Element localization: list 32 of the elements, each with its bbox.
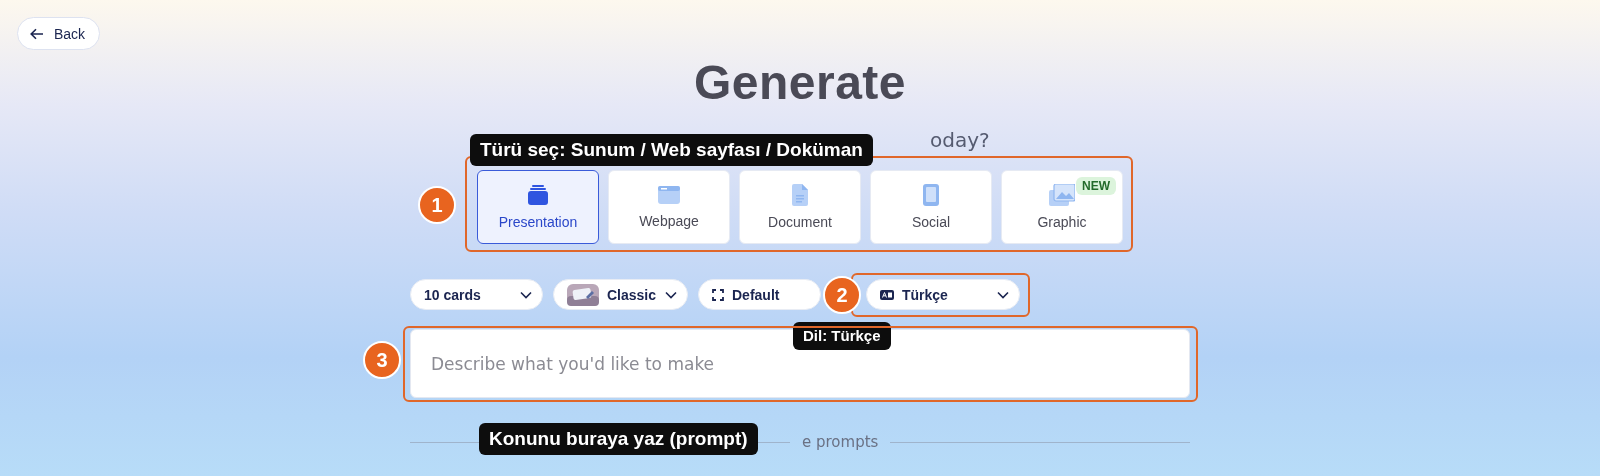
annotation-label: Türü seç: Sunum / Web sayfası / Doküman — [470, 134, 873, 166]
theme-thumbnail-icon — [567, 283, 599, 306]
page-title: Generate — [693, 58, 907, 108]
option-dropdown[interactable]: Türkçe — [866, 279, 1020, 310]
browser-window-icon — [658, 185, 680, 205]
content-type-card[interactable]: Document — [739, 170, 861, 244]
divider-label: e prompts — [802, 433, 879, 451]
chevron-down-icon — [520, 290, 532, 299]
arrow-left-icon — [30, 27, 44, 40]
images-icon — [1049, 184, 1075, 206]
option-dropdown[interactable]: Default — [698, 279, 821, 310]
stack-icon — [527, 184, 549, 206]
content-type-card[interactable]: Social — [870, 170, 992, 244]
option-dropdown[interactable]: Classic — [553, 279, 688, 310]
chevron-down-icon — [997, 290, 1009, 299]
content-type-card[interactable]: NEW Graphic — [1001, 170, 1123, 244]
step-number-badge: 1 — [418, 186, 456, 224]
new-badge: NEW — [1076, 177, 1116, 195]
annotation-label: Konunu buraya yaz (prompt) — [479, 423, 758, 455]
step-number-badge: 2 — [823, 276, 861, 314]
chevron-down-icon — [665, 290, 677, 299]
phone-icon — [923, 184, 939, 206]
back-button[interactable]: Back — [17, 17, 101, 50]
step-number-badge: 3 — [363, 341, 401, 379]
content-type-card[interactable]: Presentation — [477, 170, 599, 244]
option-dropdown[interactable]: 10 cards — [410, 279, 543, 310]
language-icon — [880, 289, 894, 300]
frame-corners-icon — [712, 288, 724, 301]
subtitle: oday? — [930, 128, 990, 152]
annotation-label: Dil: Türkçe — [793, 322, 891, 350]
content-type-card[interactable]: Webpage — [608, 170, 730, 244]
document-icon — [791, 184, 809, 206]
